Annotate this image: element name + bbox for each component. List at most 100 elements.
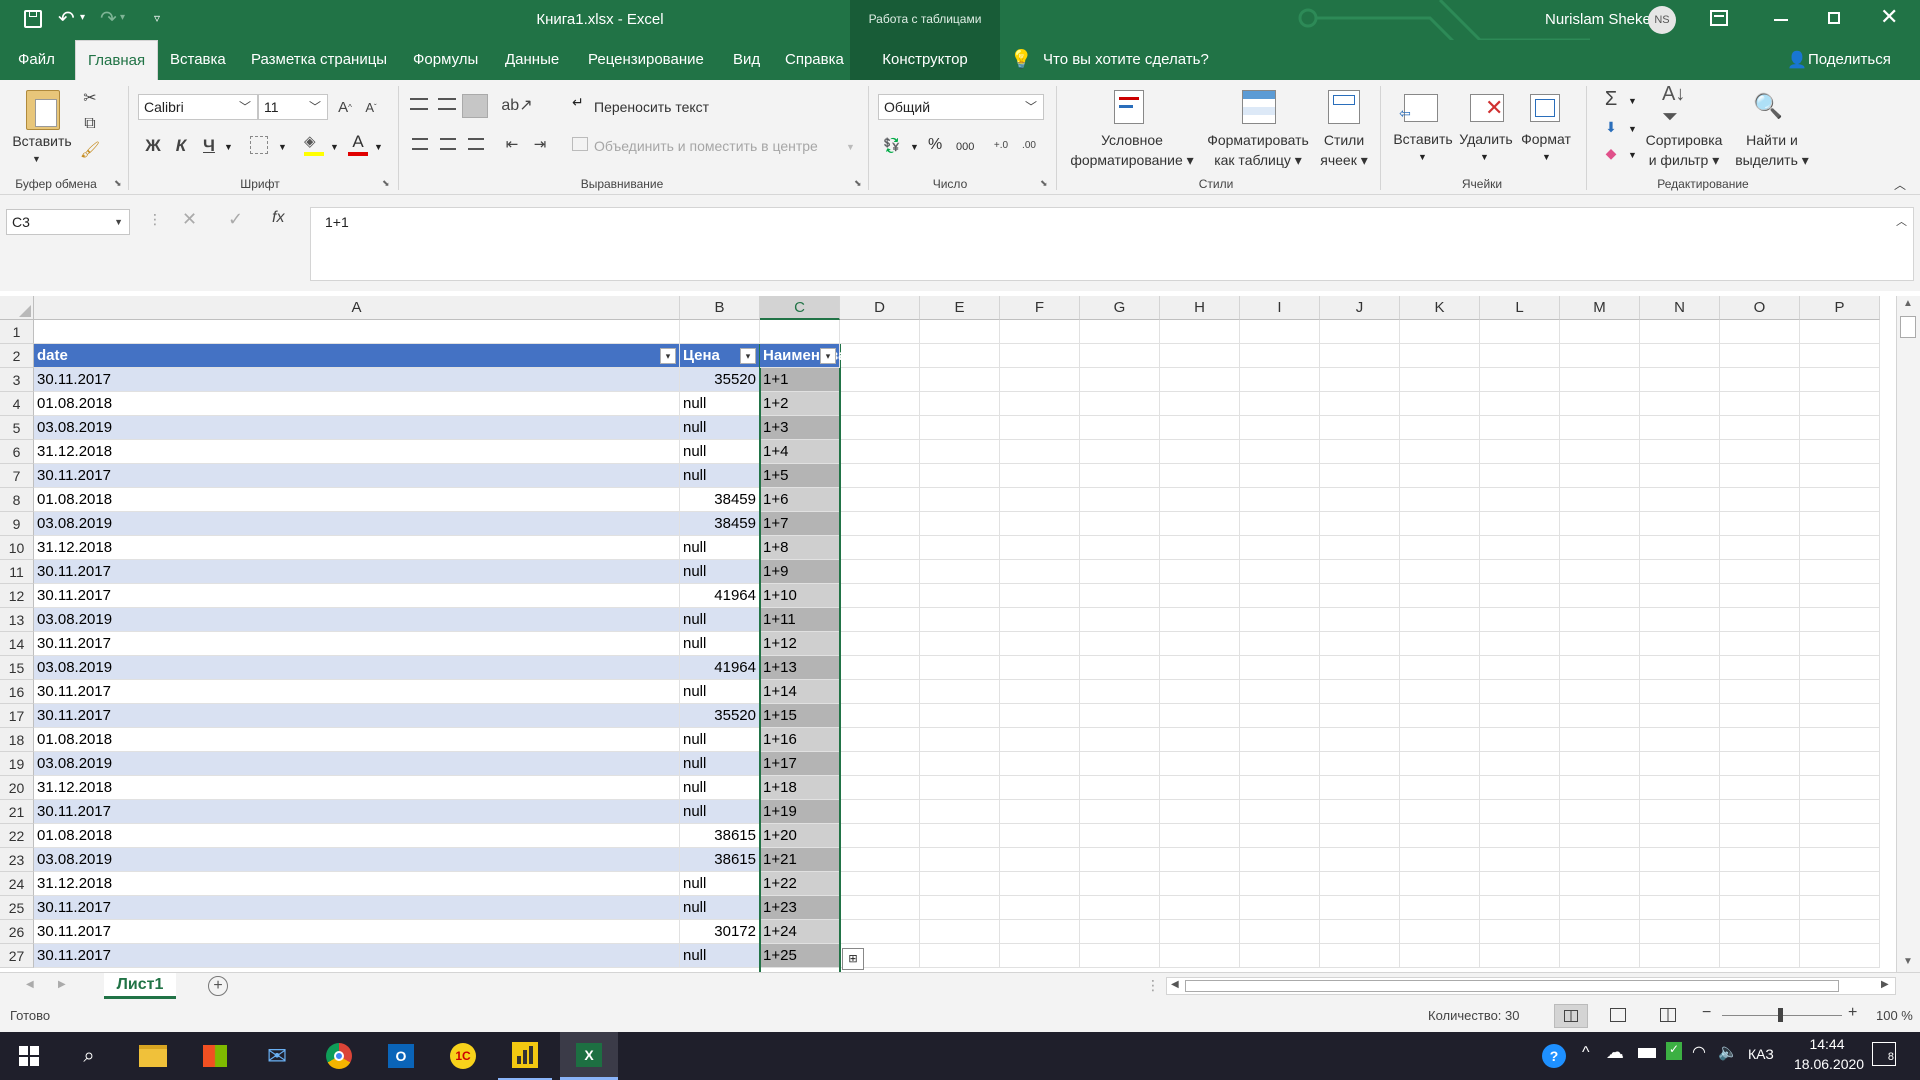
insert-dropdown-icon[interactable]: ▼ — [1418, 152, 1427, 162]
cell-p14[interactable] — [1800, 632, 1880, 656]
cell-g24[interactable] — [1080, 872, 1160, 896]
cell-k21[interactable] — [1400, 800, 1480, 824]
row-number[interactable]: 10 — [0, 536, 34, 560]
scroll-up-icon[interactable]: ▲ — [1903, 298, 1913, 309]
copy-icon[interactable]: ⧉ — [80, 114, 100, 134]
cell-c20[interactable]: 1+18 — [760, 776, 840, 800]
cell-i22[interactable] — [1240, 824, 1320, 848]
cell-i20[interactable] — [1240, 776, 1320, 800]
cell-n13[interactable] — [1640, 608, 1720, 632]
cell-o15[interactable] — [1720, 656, 1800, 680]
cell-h22[interactable] — [1160, 824, 1240, 848]
cell-a18[interactable]: 01.08.2018 — [34, 728, 680, 752]
cell-a24[interactable]: 31.12.2018 — [34, 872, 680, 896]
cell-o12[interactable] — [1720, 584, 1800, 608]
cell-o11[interactable] — [1720, 560, 1800, 584]
cell-a16[interactable]: 30.11.2017 — [34, 680, 680, 704]
cell-b22[interactable]: 38615 — [680, 824, 760, 848]
cell-n4[interactable] — [1640, 392, 1720, 416]
column-header-h[interactable]: H — [1160, 296, 1240, 320]
cell-e25[interactable] — [920, 896, 1000, 920]
fill-color-icon[interactable]: ◈ — [304, 132, 324, 156]
cell-e14[interactable] — [920, 632, 1000, 656]
cell-n21[interactable] — [1640, 800, 1720, 824]
fill-dropdown-icon[interactable]: ▼ — [330, 142, 339, 152]
row-number[interactable]: 27 — [0, 944, 34, 968]
cell-m17[interactable] — [1560, 704, 1640, 728]
cell-f13[interactable] — [1000, 608, 1080, 632]
cell-i6[interactable] — [1240, 440, 1320, 464]
underline-dropdown-icon[interactable]: ▼ — [224, 142, 233, 152]
cell-i9[interactable] — [1240, 512, 1320, 536]
cell-k22[interactable] — [1400, 824, 1480, 848]
cell-o16[interactable] — [1720, 680, 1800, 704]
horizontal-scroll-thumb[interactable] — [1185, 980, 1839, 992]
cell-g25[interactable] — [1080, 896, 1160, 920]
tab-design[interactable]: Конструктор — [850, 40, 1000, 80]
cell-h26[interactable] — [1160, 920, 1240, 944]
cell-l24[interactable] — [1480, 872, 1560, 896]
cell-p24[interactable] — [1800, 872, 1880, 896]
decrease-font-icon[interactable]: Aˇ — [360, 96, 382, 118]
cell-h24[interactable] — [1160, 872, 1240, 896]
paste-icon[interactable] — [26, 90, 60, 130]
tab-view[interactable]: Вид — [733, 40, 760, 80]
cell-a21[interactable]: 30.11.2017 — [34, 800, 680, 824]
cell-o8[interactable] — [1720, 488, 1800, 512]
column-header-f[interactable]: F — [1000, 296, 1080, 320]
cell-c16[interactable]: 1+14 — [760, 680, 840, 704]
cell-e19[interactable] — [920, 752, 1000, 776]
cell-c19[interactable]: 1+17 — [760, 752, 840, 776]
cell-l19[interactable] — [1480, 752, 1560, 776]
cell-o7[interactable] — [1720, 464, 1800, 488]
cell-e27[interactable] — [920, 944, 1000, 968]
cell-l6[interactable] — [1480, 440, 1560, 464]
cell-c1[interactable] — [760, 320, 840, 344]
cell-a9[interactable]: 03.08.2019 — [34, 512, 680, 536]
cell-h21[interactable] — [1160, 800, 1240, 824]
cell-i7[interactable] — [1240, 464, 1320, 488]
cell-o18[interactable] — [1720, 728, 1800, 752]
tab-home[interactable]: Главная — [75, 40, 159, 80]
cell-b10[interactable]: null — [680, 536, 760, 560]
column-header-i[interactable]: I — [1240, 296, 1320, 320]
find-select-button[interactable]: Найти и выделить ▾ — [1732, 130, 1812, 170]
cell-g1[interactable] — [1080, 320, 1160, 344]
cell-b3[interactable]: 35520 — [680, 368, 760, 392]
cell-j21[interactable] — [1320, 800, 1400, 824]
cell-j27[interactable] — [1320, 944, 1400, 968]
cell-k14[interactable] — [1400, 632, 1480, 656]
cell-c22[interactable]: 1+20 — [760, 824, 840, 848]
column-header-m[interactable]: M — [1560, 296, 1640, 320]
cell-c18[interactable]: 1+16 — [760, 728, 840, 752]
cell-o27[interactable] — [1720, 944, 1800, 968]
cell-a19[interactable]: 03.08.2019 — [34, 752, 680, 776]
cell-d18[interactable] — [840, 728, 920, 752]
cell-l13[interactable] — [1480, 608, 1560, 632]
cell-g13[interactable] — [1080, 608, 1160, 632]
cell-h25[interactable] — [1160, 896, 1240, 920]
cell-j3[interactable] — [1320, 368, 1400, 392]
windows-start-icon[interactable] — [2, 1032, 56, 1080]
cell-f19[interactable] — [1000, 752, 1080, 776]
cell-d22[interactable] — [840, 824, 920, 848]
cell-h3[interactable] — [1160, 368, 1240, 392]
row-number[interactable]: 11 — [0, 560, 34, 584]
cell-p27[interactable] — [1800, 944, 1880, 968]
cell-l17[interactable] — [1480, 704, 1560, 728]
row-number[interactable]: 7 — [0, 464, 34, 488]
cell-p7[interactable] — [1800, 464, 1880, 488]
cell-a27[interactable]: 30.11.2017 — [34, 944, 680, 968]
cell-e13[interactable] — [920, 608, 1000, 632]
cell-e11[interactable] — [920, 560, 1000, 584]
cell-e3[interactable] — [920, 368, 1000, 392]
cell-g16[interactable] — [1080, 680, 1160, 704]
cell-j16[interactable] — [1320, 680, 1400, 704]
cell-f26[interactable] — [1000, 920, 1080, 944]
cell-e18[interactable] — [920, 728, 1000, 752]
cell-h14[interactable] — [1160, 632, 1240, 656]
cell-m16[interactable] — [1560, 680, 1640, 704]
cell-i25[interactable] — [1240, 896, 1320, 920]
cell-m8[interactable] — [1560, 488, 1640, 512]
cell-n6[interactable] — [1640, 440, 1720, 464]
